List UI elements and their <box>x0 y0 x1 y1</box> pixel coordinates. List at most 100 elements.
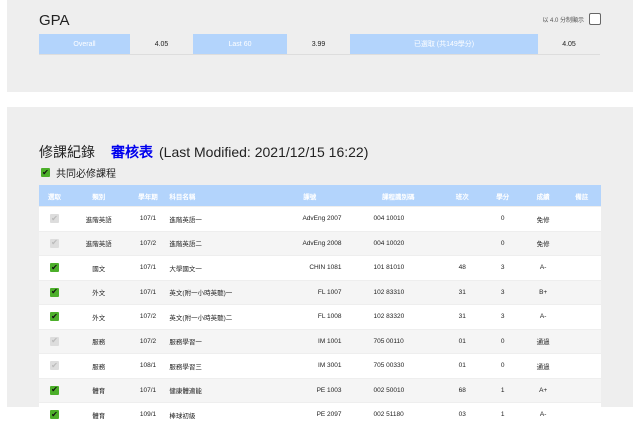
cell: A+ <box>523 377 563 403</box>
cell: 服務學習一 <box>168 328 267 354</box>
cell <box>562 279 601 305</box>
gpa-title: GPA <box>39 12 70 29</box>
cell: 棒球初級 <box>168 402 267 427</box>
column-header[interactable]: 課程識別碼 <box>353 185 443 207</box>
cell: PE 1003 <box>266 377 354 403</box>
gpa-table: Overall 4.05 Last 60 3.99 已選取 (共149學分) 4… <box>39 34 600 55</box>
select-checkbox[interactable]: ✔ <box>50 238 59 248</box>
cell: AdvEng 2008 <box>266 230 354 256</box>
cell: 004 10020 <box>353 230 443 256</box>
table-row: ✔ 服務 107/2 服務學習一 IM 1001 705 00110 01 0 通過 <box>39 328 601 354</box>
table-row: ✔ 服務 108/1 服務學習三 IM 3001 705 00330 01 0 通過 <box>39 353 601 378</box>
cell: 31 <box>443 304 482 329</box>
select-checkbox[interactable]: ✔ <box>50 410 59 420</box>
select-cell: ✔ <box>39 230 70 256</box>
column-header[interactable]: 成績 <box>523 185 563 207</box>
records-panel: 修課紀錄 審核表 (Last Modified: 2021/12/15 16:2… <box>7 107 633 427</box>
cell: 英文(附一小時英聽)二 <box>168 304 267 329</box>
cell: 107/1 <box>127 377 169 403</box>
cell: 健康體適能 <box>168 377 267 403</box>
cell: 1 <box>481 377 524 403</box>
cell: 31 <box>443 279 482 305</box>
cell: 101 81010 <box>353 255 443 280</box>
column-header[interactable]: 班次 <box>443 185 482 207</box>
cell: 進階英語二 <box>168 230 267 256</box>
table-row: ✔ 國文 107/1 大學國文一 CHIN 1081 101 81010 48 3 A- <box>39 255 601 280</box>
column-header[interactable]: 選取 <box>39 185 70 207</box>
cell: 免修 <box>523 206 563 231</box>
cell: 1 <box>481 402 524 427</box>
cell <box>562 377 601 403</box>
cell: A- <box>523 304 563 329</box>
cell <box>562 230 601 256</box>
select-cell: ✔ <box>39 304 70 329</box>
cell: 107/1 <box>127 279 169 305</box>
cell: IM 3001 <box>266 353 354 378</box>
cell: 通過 <box>523 353 563 378</box>
select-cell: ✔ <box>39 255 70 280</box>
cell: 進階英語 <box>70 206 128 231</box>
cell: 0 <box>481 328 524 354</box>
select-checkbox[interactable]: ✔ <box>50 385 59 395</box>
column-header[interactable]: 學分 <box>481 185 524 207</box>
select-checkbox[interactable]: ✔ <box>50 214 59 224</box>
records-title: 修課紀錄 <box>39 144 95 160</box>
cell: 3 <box>481 304 524 329</box>
last-modified: (Last Modified: 2021/12/15 16:22) <box>159 144 369 160</box>
column-header[interactable]: 備註 <box>562 185 601 207</box>
cell: 服務學習三 <box>168 353 267 378</box>
select-cell: ✔ <box>39 206 70 231</box>
cell: 705 00110 <box>353 328 443 354</box>
scale-checkbox[interactable] <box>589 13 601 25</box>
cell: 01 <box>443 353 482 378</box>
select-checkbox[interactable]: ✔ <box>50 361 59 371</box>
scale-label: 以 4.0 分制顯示 <box>542 17 584 24</box>
cell: 大學國文一 <box>168 255 267 280</box>
scale-toggle[interactable]: 以 4.0 分制顯示 <box>542 13 601 25</box>
cell: 107/2 <box>127 230 169 256</box>
common-required-checkbox[interactable]: ✔ <box>41 168 50 177</box>
cell <box>443 206 482 231</box>
cell: 通過 <box>523 328 563 354</box>
cell: 002 50010 <box>353 377 443 403</box>
cell: 108/1 <box>127 353 169 378</box>
cell: A- <box>523 255 563 280</box>
column-header[interactable]: 學年期 <box>127 185 169 207</box>
cell: 109/1 <box>127 402 169 427</box>
cell: 68 <box>443 377 482 403</box>
select-checkbox[interactable]: ✔ <box>50 287 59 297</box>
select-cell: ✔ <box>39 328 70 354</box>
column-header[interactable]: 類別 <box>70 185 128 207</box>
common-required-label: 共同必修課程 <box>56 169 116 180</box>
cell: 體育 <box>70 402 128 427</box>
cell: FL 1008 <box>266 304 354 329</box>
common-required-toggle[interactable]: ✔ 共同必修課程 <box>41 165 116 180</box>
audit-link[interactable]: 審核表 <box>111 142 153 162</box>
table-row: ✔ 進階英語 107/1 進階英語一 AdvEng 2007 004 10010 0 免修 <box>39 206 601 231</box>
cell: AdvEng 2007 <box>266 206 354 231</box>
column-header[interactable]: 科目名稱 <box>168 185 267 207</box>
select-cell: ✔ <box>39 402 70 427</box>
cell: IM 1001 <box>266 328 354 354</box>
select-checkbox[interactable]: ✔ <box>50 312 59 322</box>
cell: 免修 <box>523 230 563 256</box>
cell: CHIN 1081 <box>266 255 354 280</box>
cell: 服務 <box>70 328 128 354</box>
select-cell: ✔ <box>39 353 70 378</box>
gpa-value-overall: 4.05 <box>154 40 169 48</box>
gpa-label-last60: Last 60 <box>193 34 287 54</box>
select-checkbox[interactable]: ✔ <box>50 263 59 273</box>
cell: 0 <box>481 206 524 231</box>
cell: 3 <box>481 279 524 305</box>
cell: 國文 <box>70 255 128 280</box>
cell: 107/1 <box>127 255 169 280</box>
cell <box>443 230 482 256</box>
select-checkbox[interactable]: ✔ <box>50 336 59 346</box>
table-row: ✔ 進階英語 107/2 進階英語二 AdvEng 2008 004 10020 0 免修 <box>39 230 601 256</box>
cell: 102 83320 <box>353 304 443 329</box>
cell <box>562 304 601 329</box>
table-row: ✔ 外文 107/1 英文(附一小時英聽)一 FL 1007 102 83310 31 3 B+ <box>39 279 601 305</box>
column-header[interactable]: 課號 <box>266 185 354 207</box>
select-cell: ✔ <box>39 377 70 403</box>
cell: A- <box>523 402 563 427</box>
